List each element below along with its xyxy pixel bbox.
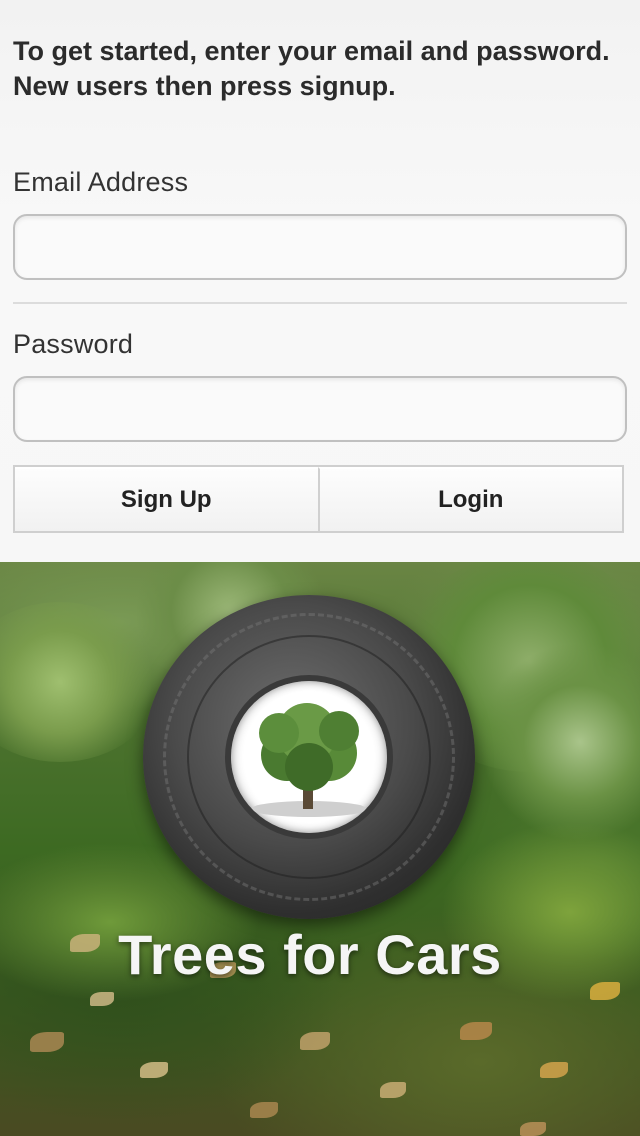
email-label: Email Address	[13, 167, 189, 197]
app-title: Trees for Cars	[118, 923, 502, 986]
auth-button-row: Sign Up Login	[13, 465, 624, 533]
tree-icon	[231, 681, 387, 833]
login-button[interactable]: Login	[317, 467, 622, 531]
field-divider	[13, 302, 627, 304]
login-form-panel: To get started, enter your email and pas…	[0, 0, 640, 562]
tire-with-tree-icon	[143, 595, 475, 919]
password-input[interactable]	[13, 376, 627, 442]
sign-up-button[interactable]: Sign Up	[15, 467, 318, 531]
email-input[interactable]	[13, 214, 627, 280]
intro-text: To get started, enter your email and pas…	[13, 36, 610, 101]
password-label: Password	[13, 329, 134, 359]
